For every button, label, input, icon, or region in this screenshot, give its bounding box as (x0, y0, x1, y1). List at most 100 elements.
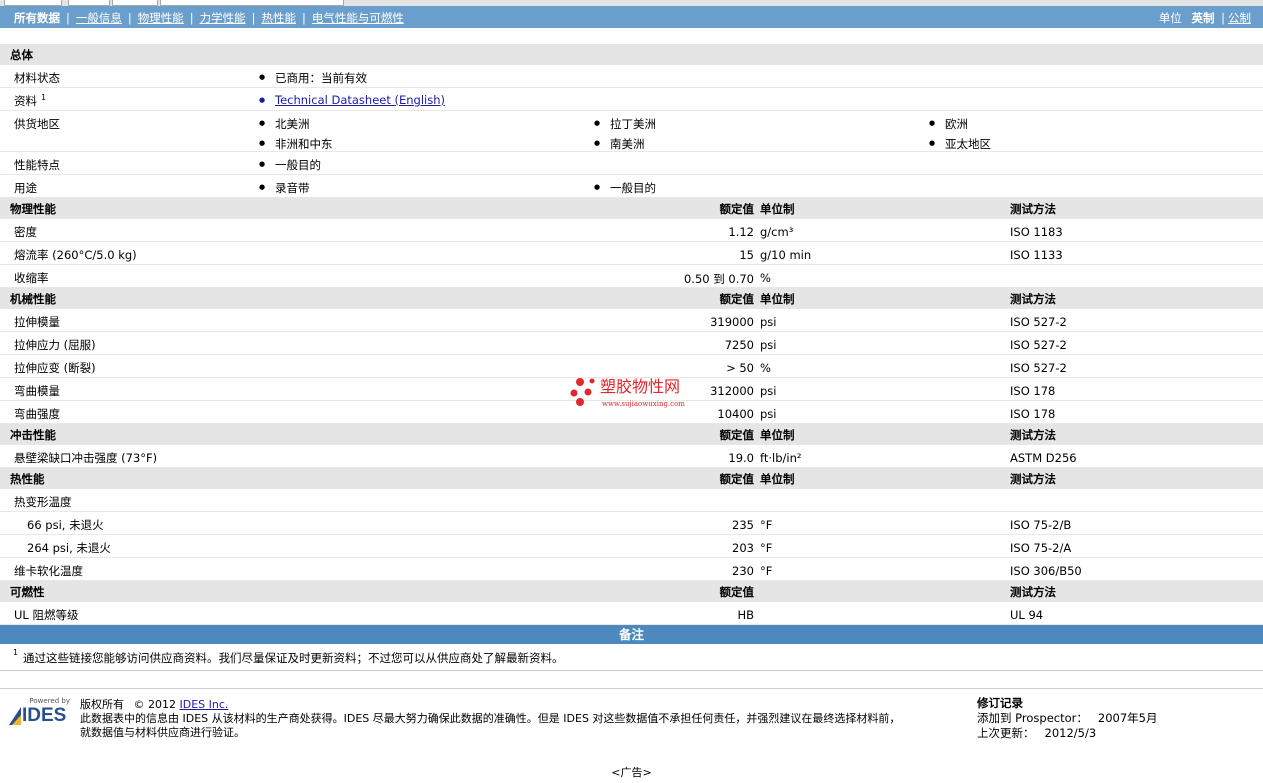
test-method: ISO 527-2 (1010, 338, 1067, 352)
property-name: 弯曲强度 (14, 407, 60, 421)
nav-tab-1[interactable]: 一般信息 (76, 11, 122, 25)
general-row: 供货地区 北美洲 拉丁美洲 欧洲非洲和中东 南美洲 亚太地区 (0, 111, 1263, 152)
ides-triangle-icon (9, 707, 21, 725)
test-method: ISO 527-2 (1010, 315, 1067, 329)
ides-inc-link[interactable]: IDES Inc. (180, 698, 229, 711)
general-value: 欧洲 (929, 116, 968, 132)
general-value: 一般目的 (259, 157, 321, 173)
property-value: 312000 (710, 384, 754, 398)
property-row: 拉伸模量 319000 psi ISO 527-2 (0, 309, 1263, 332)
property-name: 66 psi, 未退火 (27, 518, 104, 532)
nav-separator: | (127, 11, 132, 25)
nav-tabs: 所有数据 | 一般信息 | 物理性能 | 力学性能 | 热性能 | 电气性能与可燃性 (14, 10, 404, 26)
property-row: 维卡软化温度 230 °F ISO 306/B50 (0, 558, 1263, 581)
general-row-label: 供货地区 (14, 116, 60, 132)
property-row: 拉伸应力 (屈服) 7250 psi ISO 527-2 (0, 332, 1263, 355)
updated-label: 上次更新： (977, 726, 1035, 740)
nav-tab-3[interactable]: 力学性能 (200, 11, 246, 25)
nav-separator: | (66, 11, 70, 25)
property-name: 弯曲模量 (14, 384, 60, 398)
watermark: 塑胶物性网 www.sujiaowuxing.com (570, 376, 700, 415)
general-value: 已商用：当前有效 (259, 70, 367, 86)
general-row-label: 材料状态 (14, 70, 60, 86)
property-name: 264 psi, 未退火 (27, 541, 111, 555)
col-header-unit: 单位制 (760, 202, 795, 216)
updated-value: 2012/5/3 (1044, 726, 1097, 740)
test-method: ISO 527-2 (1010, 361, 1067, 375)
property-unit: ft·lb/in² (760, 451, 802, 465)
footnote-marker: 1 (13, 648, 19, 657)
col-header-method: 测试方法 (1010, 202, 1056, 216)
property-row: 拉伸应变 (断裂) > 50% ISO 527-2 (0, 355, 1263, 378)
technical-datasheet-link[interactable]: Technical Datasheet (English) (259, 93, 445, 107)
ides-logo[interactable]: Powered by IDES (8, 697, 70, 727)
test-method: UL 94 (1010, 608, 1044, 622)
general-row: 材料状态 已商用：当前有效 (0, 65, 1263, 88)
property-unit: °F (760, 564, 773, 578)
general-row: 资料 1 Technical Datasheet (English) (0, 88, 1263, 111)
property-name: 收缩率 (14, 271, 49, 285)
property-row: 66 psi, 未退火 235 °F ISO 75-2/B (0, 512, 1263, 535)
general-row-label: 资料 1 (14, 93, 46, 109)
revision-block: 修订记录 添加到 Prospector： 2007年5月 上次更新： 2012/5/… (977, 696, 1157, 741)
property-value: 10400 (717, 407, 754, 421)
property-value: 0.50 到 0.70 (683, 272, 754, 286)
col-header-rated: 额定值 (719, 585, 755, 599)
property-unit: % (760, 361, 771, 375)
property-row: 悬壁梁缺口冲击强度 (73°F) 19.0 ft·lb/in² ASTM D256 (0, 445, 1263, 468)
section-title: 机械性能 (10, 292, 56, 306)
section-title: 热性能 (10, 472, 45, 486)
test-method: ISO 75-2/B (1010, 518, 1072, 532)
test-method: ISO 306/B50 (1010, 564, 1082, 578)
property-name: 悬壁梁缺口冲击强度 (73°F) (14, 451, 158, 465)
disclaimer-line-2: 就数据值与材料供应商进行验证。 (80, 726, 245, 739)
property-row: 收缩率 0.50 到 0.70% (0, 265, 1263, 288)
label-text: 资料 (14, 94, 37, 108)
note-text: 通过这些链接您能够访问供应商资料。我们尽量保证及时更新资料；不过您可以从供应商处… (23, 651, 564, 665)
added-label: 添加到 Prospector： (977, 711, 1088, 725)
col-header-method: 测试方法 (1010, 472, 1056, 486)
note-row: 1 通过这些链接您能够访问供应商资料。我们尽量保证及时更新资料；不过您可以从供应商… (0, 644, 1263, 671)
general-row-label: 性能特点 (14, 157, 60, 173)
general-row: 用途 录音带 一般目的 (0, 175, 1263, 198)
units-label: 单位 (1158, 11, 1182, 25)
notes-header: 备注 (0, 625, 1263, 644)
property-name: 拉伸应力 (屈服) (14, 338, 96, 352)
unit-metric-link[interactable]: 公制 (1228, 11, 1251, 25)
general-value: 拉丁美洲 (594, 116, 656, 132)
disclaimer-line-1: 此数据表中的信息由 IDES 从该材料的生产商处获得。IDES 尽最大努力确保此… (80, 712, 901, 725)
footer: Powered by IDES 版权所有 © 2012 IDES Inc. 此数… (0, 688, 1263, 749)
general-value: 录音带 (259, 180, 309, 196)
col-header-rated: 额定值 (719, 428, 755, 442)
general-row: 性能特点 一般目的 (0, 152, 1263, 175)
footnote-marker: 1 (41, 93, 47, 103)
col-header-unit: 单位制 (760, 428, 795, 442)
general-row-label: 用途 (14, 180, 37, 196)
copyright-label: 版权所有 (80, 698, 124, 711)
property-name: 拉伸模量 (14, 315, 60, 329)
section-title: 冲击性能 (10, 428, 56, 442)
datasheet-content: 总体材料状态 已商用：当前有效资料 1 Technical Datasheet (En… (0, 44, 1263, 671)
property-value: 319000 (710, 315, 754, 329)
ad-label[interactable]: <广告> (0, 764, 1263, 780)
test-method: ISO 178 (1010, 384, 1056, 398)
ides-logo-text: IDES (22, 705, 67, 726)
property-row: 熔流率 (260°C/5.0 kg) 15 g/10 min ISO 1133 (0, 242, 1263, 265)
copyright-year: © 2012 (133, 698, 177, 711)
general-value: 一般目的 (594, 180, 656, 196)
property-name: UL 阻燃等级 (14, 608, 79, 622)
unit-english[interactable]: 英制 (1191, 11, 1214, 25)
nav-tab-0[interactable]: 所有数据 (14, 11, 60, 25)
property-value: 1.12 (728, 225, 754, 239)
property-value: 230 (732, 564, 754, 578)
nav-tab-5[interactable]: 电气性能与可燃性 (312, 11, 404, 25)
property-unit: °F (760, 518, 773, 532)
section-header: 冲击性能 额定值 单位制 测试方法 (0, 424, 1263, 445)
section-title: 总体 (10, 48, 33, 62)
unit-switcher: 单位 英制 | 公制 (1158, 11, 1251, 25)
nav-tab-4[interactable]: 热性能 (262, 11, 297, 25)
general-value: 南美洲 (594, 136, 644, 152)
nav-separator: | (189, 11, 194, 25)
watermark-title: 塑胶物性网 (600, 377, 680, 396)
nav-tab-2[interactable]: 物理性能 (138, 11, 184, 25)
